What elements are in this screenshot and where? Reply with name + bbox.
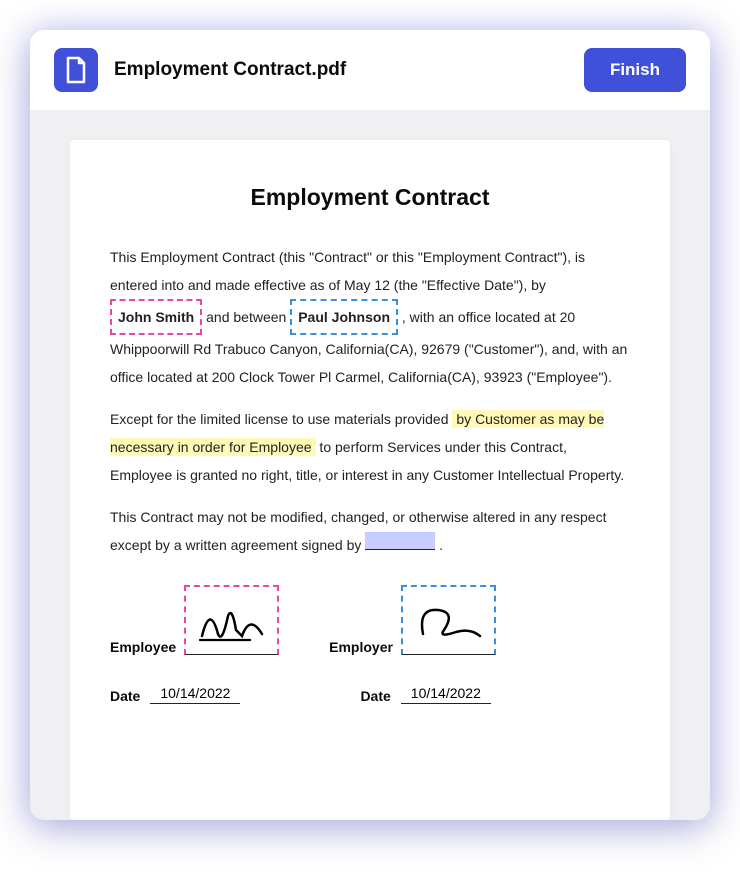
employer-signature-field[interactable] [401,585,496,655]
signature-icon [408,596,488,646]
document-title: Employment Contract [110,184,630,211]
document-page: Employment Contract This Employment Cont… [70,140,670,820]
filename: Employment Contract.pdf [114,59,568,81]
signature-row: Employee Employer [110,585,630,655]
header-bar: Employment Contract.pdf Finish [30,30,710,110]
paragraph-1: This Employment Contract (this "Contract… [110,243,630,391]
para2-text: Except for the limited license to use ma… [110,411,452,427]
date-label: Date [110,688,140,704]
date-field-1[interactable]: 10/14/2022 [150,685,240,704]
paragraph-3: This Contract may not be modified, chang… [110,503,630,559]
date-label: Date [360,688,390,704]
app-window: Employment Contract.pdf Finish Employmen… [30,30,710,820]
document-app-icon [54,48,98,92]
party1-field[interactable]: John Smith [110,299,202,335]
para3-text: This Contract may not be modified, chang… [110,509,606,553]
finish-button[interactable]: Finish [584,48,686,92]
employee-label: Employee [110,639,176,655]
para3-text: . [439,537,443,553]
employee-signature-block: Employee [110,585,279,655]
paragraph-2: Except for the limited license to use ma… [110,405,630,489]
para1-text: and between [206,309,290,325]
party2-field[interactable]: Paul Johnson [290,299,398,335]
para1-text: This Employment Contract (this "Contract… [110,249,585,293]
signature-icon [192,596,272,646]
date-block-2: Date 10/14/2022 [360,685,490,704]
employee-signature-field[interactable] [184,585,279,655]
date-block-1: Date 10/14/2022 [110,685,240,704]
date-field-2[interactable]: 10/14/2022 [401,685,491,704]
employer-signature-block: Employer [329,585,496,655]
employer-label: Employer [329,639,393,655]
content-area: Employment Contract This Employment Cont… [30,110,710,820]
date-row: Date 10/14/2022 Date 10/14/2022 [110,685,630,704]
signer-fill-field[interactable] [365,532,435,550]
